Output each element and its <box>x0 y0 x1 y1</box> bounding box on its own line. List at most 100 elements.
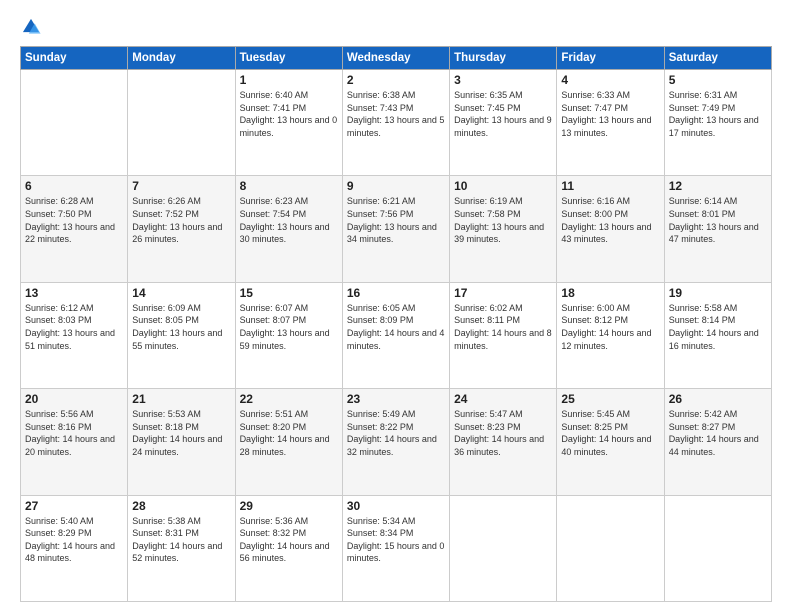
day-info: Sunrise: 6:33 AM Sunset: 7:47 PM Dayligh… <box>561 89 659 139</box>
day-number: 26 <box>669 392 767 406</box>
calendar-cell: 21Sunrise: 5:53 AM Sunset: 8:18 PM Dayli… <box>128 389 235 495</box>
calendar-cell: 15Sunrise: 6:07 AM Sunset: 8:07 PM Dayli… <box>235 282 342 388</box>
day-number: 7 <box>132 179 230 193</box>
calendar-cell: 11 Sunrise: 6:16 AM Sunset: 8:00 PM Dayli… <box>557 176 664 282</box>
calendar-cell: 12 Sunrise: 6:14 AM Sunset: 8:01 PM Dayli… <box>664 176 771 282</box>
weekday-header-sunday: Sunday <box>21 47 128 70</box>
week-row-3: 13 Sunrise: 6:12 AM Sunset: 8:03 PM Dayli… <box>21 282 772 388</box>
day-number: 2 <box>347 73 445 87</box>
day-number: 14 <box>132 286 230 300</box>
day-number: 13 <box>25 286 123 300</box>
day-number: 11 <box>561 179 659 193</box>
calendar-cell <box>664 495 771 601</box>
day-info: Sunrise: 6:40 AM Sunset: 7:41 PM Dayligh… <box>240 89 338 139</box>
weekday-header-saturday: Saturday <box>664 47 771 70</box>
calendar-cell: 7 Sunrise: 6:26 AM Sunset: 7:52 PM Daylig… <box>128 176 235 282</box>
calendar-cell: 14 Sunrise: 6:09 AM Sunset: 8:05 PM Dayli… <box>128 282 235 388</box>
calendar-cell: 23Sunrise: 5:49 AM Sunset: 8:22 PM Dayli… <box>342 389 449 495</box>
week-row-4: 20 Sunrise: 5:56 AM Sunset: 8:16 PM Dayli… <box>21 389 772 495</box>
day-info: Sunrise: 5:56 AM Sunset: 8:16 PM Dayligh… <box>25 408 123 458</box>
calendar-cell: 29 Sunrise: 5:36 AM Sunset: 8:32 PM Dayli… <box>235 495 342 601</box>
day-number: 6 <box>25 179 123 193</box>
day-number: 16 <box>347 286 445 300</box>
day-info: Sunrise: 6:38 AM Sunset: 7:43 PM Dayligh… <box>347 89 445 139</box>
day-number: 20 <box>25 392 123 406</box>
day-info: Sunrise: 6:09 AM Sunset: 8:05 PM Dayligh… <box>132 302 230 352</box>
weekday-header-monday: Monday <box>128 47 235 70</box>
calendar-cell: 22Sunrise: 5:51 AM Sunset: 8:20 PM Dayli… <box>235 389 342 495</box>
day-info: Sunrise: 6:16 AM Sunset: 8:00 PM Dayligh… <box>561 195 659 245</box>
day-number: 1 <box>240 73 338 87</box>
day-info: Sunrise: 5:38 AM Sunset: 8:31 PM Dayligh… <box>132 515 230 565</box>
day-info: Sunrise: 6:07 AM Sunset: 8:07 PM Dayligh… <box>240 302 338 352</box>
calendar-cell: 5 Sunrise: 6:31 AM Sunset: 7:49 PM Daylig… <box>664 70 771 176</box>
day-info: Sunrise: 5:53 AM Sunset: 8:18 PM Dayligh… <box>132 408 230 458</box>
weekday-header-thursday: Thursday <box>450 47 557 70</box>
day-info: Sunrise: 6:21 AM Sunset: 7:56 PM Dayligh… <box>347 195 445 245</box>
weekday-header-wednesday: Wednesday <box>342 47 449 70</box>
day-number: 17 <box>454 286 552 300</box>
day-number: 29 <box>240 499 338 513</box>
logo-icon <box>20 16 42 38</box>
day-number: 12 <box>669 179 767 193</box>
day-info: Sunrise: 5:58 AM Sunset: 8:14 PM Dayligh… <box>669 302 767 352</box>
day-number: 5 <box>669 73 767 87</box>
day-number: 4 <box>561 73 659 87</box>
calendar-cell: 4 Sunrise: 6:33 AM Sunset: 7:47 PM Daylig… <box>557 70 664 176</box>
day-number: 24 <box>454 392 552 406</box>
day-number: 23 <box>347 392 445 406</box>
day-info: Sunrise: 6:14 AM Sunset: 8:01 PM Dayligh… <box>669 195 767 245</box>
calendar-cell: 8 Sunrise: 6:23 AM Sunset: 7:54 PM Daylig… <box>235 176 342 282</box>
calendar-cell: 27 Sunrise: 5:40 AM Sunset: 8:29 PM Dayli… <box>21 495 128 601</box>
calendar-cell: 13 Sunrise: 6:12 AM Sunset: 8:03 PM Dayli… <box>21 282 128 388</box>
day-number: 19 <box>669 286 767 300</box>
calendar-cell: 18Sunrise: 6:00 AM Sunset: 8:12 PM Dayli… <box>557 282 664 388</box>
day-info: Sunrise: 6:19 AM Sunset: 7:58 PM Dayligh… <box>454 195 552 245</box>
day-number: 10 <box>454 179 552 193</box>
calendar-cell: 26Sunrise: 5:42 AM Sunset: 8:27 PM Dayli… <box>664 389 771 495</box>
week-row-2: 6 Sunrise: 6:28 AM Sunset: 7:50 PM Daylig… <box>21 176 772 282</box>
day-number: 3 <box>454 73 552 87</box>
calendar-cell <box>450 495 557 601</box>
day-number: 30 <box>347 499 445 513</box>
calendar-cell: 1 Sunrise: 6:40 AM Sunset: 7:41 PM Daylig… <box>235 70 342 176</box>
day-info: Sunrise: 6:23 AM Sunset: 7:54 PM Dayligh… <box>240 195 338 245</box>
calendar-cell: 19 Sunrise: 5:58 AM Sunset: 8:14 PM Dayli… <box>664 282 771 388</box>
day-info: Sunrise: 5:47 AM Sunset: 8:23 PM Dayligh… <box>454 408 552 458</box>
day-number: 8 <box>240 179 338 193</box>
day-info: Sunrise: 6:28 AM Sunset: 7:50 PM Dayligh… <box>25 195 123 245</box>
calendar-cell <box>21 70 128 176</box>
day-info: Sunrise: 6:00 AM Sunset: 8:12 PM Dayligh… <box>561 302 659 352</box>
weekday-header-tuesday: Tuesday <box>235 47 342 70</box>
calendar-table: SundayMondayTuesdayWednesdayThursdayFrid… <box>20 46 772 602</box>
calendar-cell: 2 Sunrise: 6:38 AM Sunset: 7:43 PM Daylig… <box>342 70 449 176</box>
day-number: 25 <box>561 392 659 406</box>
day-info: Sunrise: 6:05 AM Sunset: 8:09 PM Dayligh… <box>347 302 445 352</box>
calendar-cell: 20 Sunrise: 5:56 AM Sunset: 8:16 PM Dayli… <box>21 389 128 495</box>
day-info: Sunrise: 6:02 AM Sunset: 8:11 PM Dayligh… <box>454 302 552 352</box>
day-number: 22 <box>240 392 338 406</box>
day-info: Sunrise: 5:40 AM Sunset: 8:29 PM Dayligh… <box>25 515 123 565</box>
calendar-cell: 3 Sunrise: 6:35 AM Sunset: 7:45 PM Daylig… <box>450 70 557 176</box>
logo <box>20 16 46 38</box>
day-info: Sunrise: 6:26 AM Sunset: 7:52 PM Dayligh… <box>132 195 230 245</box>
calendar-cell: 9Sunrise: 6:21 AM Sunset: 7:56 PM Daylig… <box>342 176 449 282</box>
day-info: Sunrise: 6:12 AM Sunset: 8:03 PM Dayligh… <box>25 302 123 352</box>
page: SundayMondayTuesdayWednesdayThursdayFrid… <box>0 0 792 612</box>
day-info: Sunrise: 5:34 AM Sunset: 8:34 PM Dayligh… <box>347 515 445 565</box>
day-info: Sunrise: 5:36 AM Sunset: 8:32 PM Dayligh… <box>240 515 338 565</box>
calendar-cell: 17 Sunrise: 6:02 AM Sunset: 8:11 PM Dayli… <box>450 282 557 388</box>
day-number: 28 <box>132 499 230 513</box>
calendar-cell: 6 Sunrise: 6:28 AM Sunset: 7:50 PM Daylig… <box>21 176 128 282</box>
weekday-header-friday: Friday <box>557 47 664 70</box>
day-info: Sunrise: 6:35 AM Sunset: 7:45 PM Dayligh… <box>454 89 552 139</box>
calendar-cell: 16 Sunrise: 6:05 AM Sunset: 8:09 PM Dayli… <box>342 282 449 388</box>
calendar-cell <box>557 495 664 601</box>
calendar-cell: 30 Sunrise: 5:34 AM Sunset: 8:34 PM Dayli… <box>342 495 449 601</box>
day-info: Sunrise: 6:31 AM Sunset: 7:49 PM Dayligh… <box>669 89 767 139</box>
day-info: Sunrise: 5:45 AM Sunset: 8:25 PM Dayligh… <box>561 408 659 458</box>
header <box>20 16 772 38</box>
weekday-header-row: SundayMondayTuesdayWednesdayThursdayFrid… <box>21 47 772 70</box>
calendar-cell <box>128 70 235 176</box>
day-number: 27 <box>25 499 123 513</box>
